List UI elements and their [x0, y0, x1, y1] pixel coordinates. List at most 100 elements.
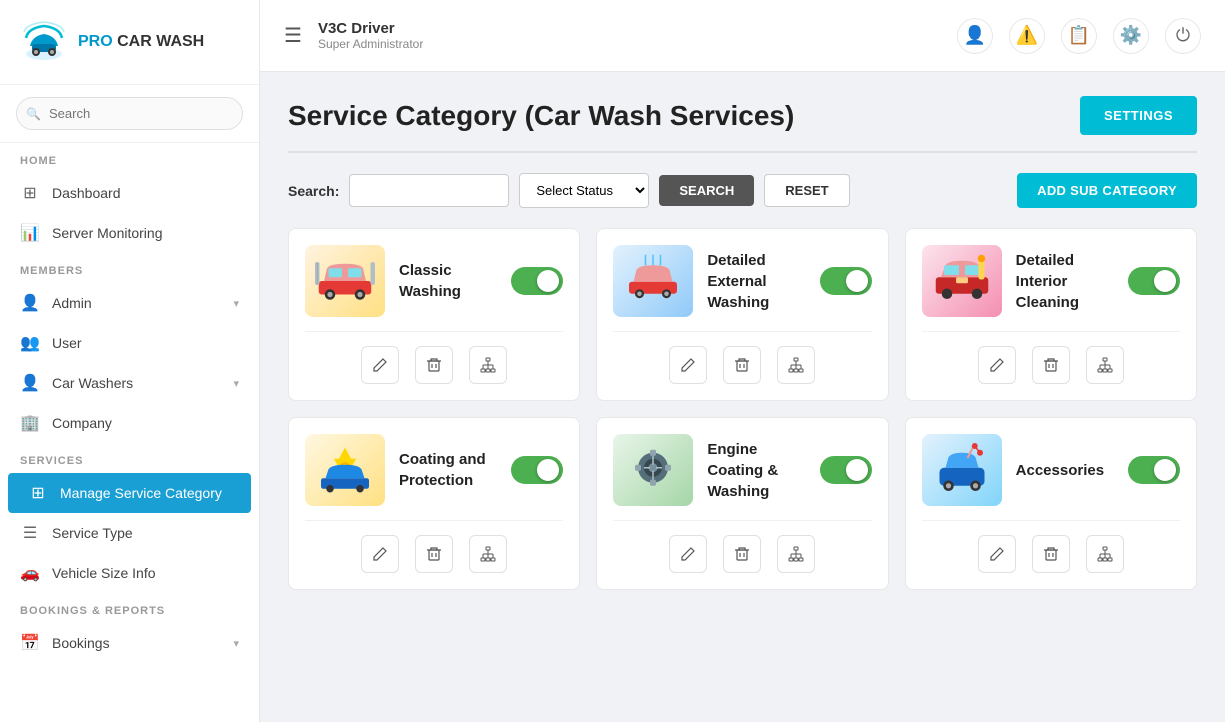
toggle-slider-classic-washing	[511, 267, 563, 295]
logo-text: PRO CAR WASH	[78, 33, 204, 51]
power-icon[interactable]: ⏻	[1165, 18, 1201, 54]
alert-icon[interactable]: ⚠️	[1009, 18, 1045, 54]
subcategory-button-classic-washing[interactable]	[469, 346, 507, 384]
topbar-user-name: V3C Driver	[318, 20, 941, 37]
hierarchy-icon-detailed-interior-cleaning	[1097, 357, 1113, 373]
card-top-accessories: Accessories	[922, 434, 1180, 506]
edit-button-detailed-interior-cleaning[interactable]	[978, 346, 1016, 384]
sidebar-item-server-monitoring[interactable]: 📊 Server Monitoring	[0, 213, 259, 253]
hierarchy-icon-accessories	[1097, 546, 1113, 562]
topbar: ☰ V3C Driver Super Administrator 👤 ⚠️ 📋 …	[260, 0, 1225, 72]
card-image-classic-washing	[305, 245, 385, 317]
topbar-icons: 👤 ⚠️ 📋 ⚙️ ⏻	[957, 18, 1201, 54]
topbar-user-role: Super Administrator	[318, 37, 941, 51]
search-filter-input[interactable]	[349, 174, 509, 207]
reset-button[interactable]: RESET	[764, 174, 849, 207]
subcategory-button-coating-and-protection[interactable]	[469, 535, 507, 573]
subcategory-button-detailed-interior-cleaning[interactable]	[1086, 346, 1124, 384]
card-toggle-detailed-external-washing[interactable]	[820, 267, 872, 295]
user-icon[interactable]: 👤	[957, 18, 993, 54]
card-name-accessories: Accessories	[1016, 460, 1114, 481]
logo-icon	[20, 18, 68, 66]
service-card-engine-coating-washing: Engine Coating & Washing	[596, 417, 888, 590]
delete-button-engine-coating-washing[interactable]	[723, 535, 761, 573]
card-toggle-classic-washing[interactable]	[511, 267, 563, 295]
sidebar-item-user[interactable]: 👥 User	[0, 323, 259, 363]
delete-icon-accessories	[1043, 546, 1059, 562]
card-image-accessories	[922, 434, 1002, 506]
chevron-icon-car-washers: ▾	[233, 377, 239, 390]
sidebar-item-bookings[interactable]: 📅 Bookings ▾	[0, 623, 259, 663]
delete-button-accessories[interactable]	[1032, 535, 1070, 573]
edit-button-accessories[interactable]	[978, 535, 1016, 573]
toggle-slider-coating-and-protection	[511, 456, 563, 484]
sidebar-item-car-washers[interactable]: 👤 Car Washers ▾	[0, 363, 259, 403]
edit-button-detailed-external-washing[interactable]	[669, 346, 707, 384]
service-card-coating-and-protection: Coating and Protection	[288, 417, 580, 590]
nav-label-vehicle-size-info: Vehicle Size Info	[52, 565, 239, 581]
nav-icon-bookings: 📅	[20, 633, 40, 653]
main-area: ☰ V3C Driver Super Administrator 👤 ⚠️ 📋 …	[260, 0, 1225, 722]
search-button[interactable]: SEARCH	[659, 175, 754, 206]
settings-button[interactable]: SETTINGS	[1080, 96, 1197, 135]
settings-gear-icon[interactable]: ⚙️	[1113, 18, 1149, 54]
nav-label-user: User	[52, 335, 239, 351]
sidebar-item-service-type[interactable]: ☰ Service Type	[0, 513, 259, 553]
card-divider-detailed-external-washing	[613, 331, 871, 332]
delete-button-coating-and-protection[interactable]	[415, 535, 453, 573]
search-input[interactable]	[16, 97, 243, 130]
sidebar-search-area	[0, 85, 259, 143]
delete-button-detailed-interior-cleaning[interactable]	[1032, 346, 1070, 384]
nav-icon-manage-service-category: ⊞	[28, 483, 48, 503]
filter-bar: Search: Select Status Active Inactive SE…	[288, 173, 1197, 208]
nav-section-label-home: HOME	[0, 143, 259, 173]
sidebar-item-company[interactable]: 🏢 Company	[0, 403, 259, 443]
edit-icon-accessories	[989, 546, 1005, 562]
card-top-detailed-interior-cleaning: Detailed Interior Cleaning	[922, 245, 1180, 317]
card-divider-coating-and-protection	[305, 520, 563, 521]
hierarchy-icon-classic-washing	[480, 357, 496, 373]
card-toggle-engine-coating-washing[interactable]	[820, 456, 872, 484]
clipboard-icon[interactable]: 📋	[1061, 18, 1097, 54]
card-toggle-coating-and-protection[interactable]	[511, 456, 563, 484]
edit-button-classic-washing[interactable]	[361, 346, 399, 384]
subcategory-button-engine-coating-washing[interactable]	[777, 535, 815, 573]
card-image-detailed-external-washing	[613, 245, 693, 317]
sidebar-item-admin[interactable]: 👤 Admin ▾	[0, 283, 259, 323]
hierarchy-icon-coating-and-protection	[480, 546, 496, 562]
add-sub-category-button[interactable]: ADD SUB CATEGORY	[1017, 173, 1197, 208]
chevron-icon-bookings: ▾	[233, 637, 239, 650]
card-divider-classic-washing	[305, 331, 563, 332]
card-name-engine-coating-washing: Engine Coating & Washing	[707, 439, 805, 502]
card-divider-accessories	[922, 520, 1180, 521]
card-toggle-accessories[interactable]	[1128, 456, 1180, 484]
sidebar-item-manage-service-category[interactable]: ⊞ Manage Service Category	[8, 473, 251, 513]
delete-button-detailed-external-washing[interactable]	[723, 346, 761, 384]
subcategory-button-accessories[interactable]	[1086, 535, 1124, 573]
nav-icon-dashboard: ⊞	[20, 183, 40, 203]
card-name-coating-and-protection: Coating and Protection	[399, 449, 497, 491]
sidebar-logo: PRO CAR WASH	[0, 0, 259, 85]
nav-label-admin: Admin	[52, 295, 221, 311]
search-label: Search:	[288, 183, 339, 199]
service-card-accessories: Accessories	[905, 417, 1197, 590]
card-top-detailed-external-washing: Detailed External Washing	[613, 245, 871, 317]
status-select[interactable]: Select Status Active Inactive	[519, 173, 649, 208]
hamburger-button[interactable]: ☰	[284, 23, 302, 48]
card-name-detailed-interior-cleaning: Detailed Interior Cleaning	[1016, 250, 1114, 313]
service-card-classic-washing: Classic Washing	[288, 228, 580, 401]
delete-button-classic-washing[interactable]	[415, 346, 453, 384]
edit-button-engine-coating-washing[interactable]	[669, 535, 707, 573]
subcategory-button-detailed-external-washing[interactable]	[777, 346, 815, 384]
nav-label-bookings: Bookings	[52, 635, 221, 651]
card-image-coating-and-protection	[305, 434, 385, 506]
sidebar-item-vehicle-size-info[interactable]: 🚗 Vehicle Size Info	[0, 553, 259, 593]
main-content: Service Category (Car Wash Services) SET…	[260, 72, 1225, 722]
nav-label-car-washers: Car Washers	[52, 375, 221, 391]
edit-button-coating-and-protection[interactable]	[361, 535, 399, 573]
card-divider-engine-coating-washing	[613, 520, 871, 521]
card-toggle-detailed-interior-cleaning[interactable]	[1128, 267, 1180, 295]
sidebar-item-dashboard[interactable]: ⊞ Dashboard	[0, 173, 259, 213]
nav-section-label-members: MEMBERS	[0, 253, 259, 283]
card-actions-detailed-external-washing	[613, 346, 871, 384]
